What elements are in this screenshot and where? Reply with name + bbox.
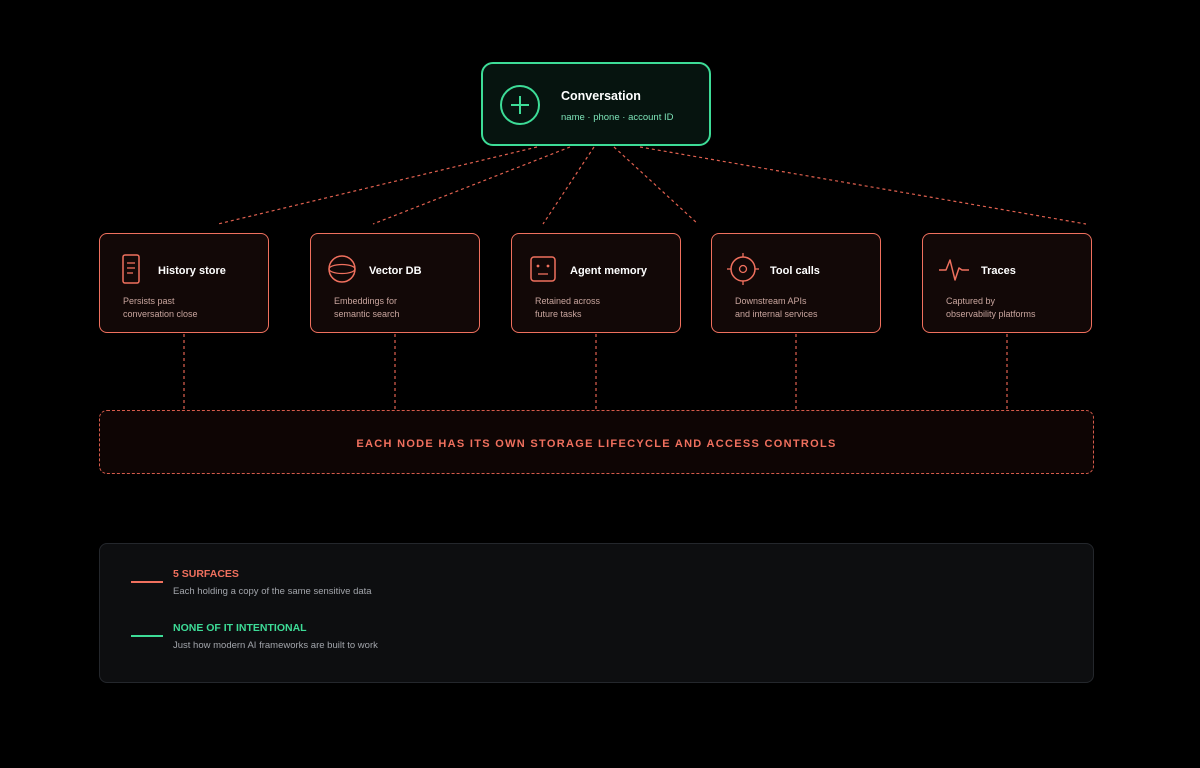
lifecycle-banner: EACH NODE HAS ITS OWN STORAGE LIFECYCLE … [99,410,1094,474]
node-traces: Traces Captured by observability platform… [922,233,1092,333]
node-description: Downstream APIs and internal services [735,296,818,319]
node-agent-memory: Agent memory Retained across future tasks [511,233,681,333]
connector-root-to-tool-calls [613,146,699,225]
node-title: Vector DB [369,265,422,277]
legend-panel: 5 SURFACES Each holding a copy of the sa… [99,543,1094,683]
node-title: Tool calls [770,265,820,277]
connector-root-to-vector-db [372,146,571,225]
node-title: History store [158,265,226,277]
conversation-title: Conversation [561,89,641,103]
diagram-canvas: Conversation name · phone · account ID H… [0,0,1200,768]
document-icon [114,252,148,286]
plus-circle-icon [500,85,540,125]
banner-text: EACH NODE HAS ITS OWN STORAGE LIFECYCLE … [356,438,837,450]
node-description: Captured by observability platforms [946,296,1036,319]
legend-desc-surfaces: Each holding a copy of the same sensitiv… [173,586,372,597]
connector-root-to-history-store [217,146,538,225]
legend-title-intentional: NONE OF IT INTENTIONAL [173,622,307,634]
node-vector-db: Vector DB Embeddings for semantic search [310,233,480,333]
conversation-subtitle: name · phone · account ID [561,112,674,123]
legend-desc-intentional: Just how modern AI frameworks are built … [173,640,378,651]
legend-swatch-intentional [131,635,163,637]
pulse-icon [937,252,971,286]
connector-root-to-traces [639,146,1087,225]
legend-title-surfaces: 5 SURFACES [173,568,239,580]
node-description: Persists past conversation close [123,296,198,319]
sphere-icon [325,252,359,286]
legend-swatch-surfaces [131,581,163,583]
conversation-node: Conversation name · phone · account ID [481,62,711,146]
robot-face-icon [526,252,560,286]
connector-root-to-agent-memory [542,146,595,225]
node-title: Agent memory [570,265,648,277]
node-title: Traces [981,265,1016,277]
node-tool-calls: Tool calls Downstream APIs and internal s… [711,233,881,333]
node-description: Retained across future tasks [535,296,601,319]
node-description: Embeddings for semantic search [334,296,400,319]
node-history-store: History store Persists past conversation … [99,233,269,333]
crosshair-icon [726,252,760,286]
